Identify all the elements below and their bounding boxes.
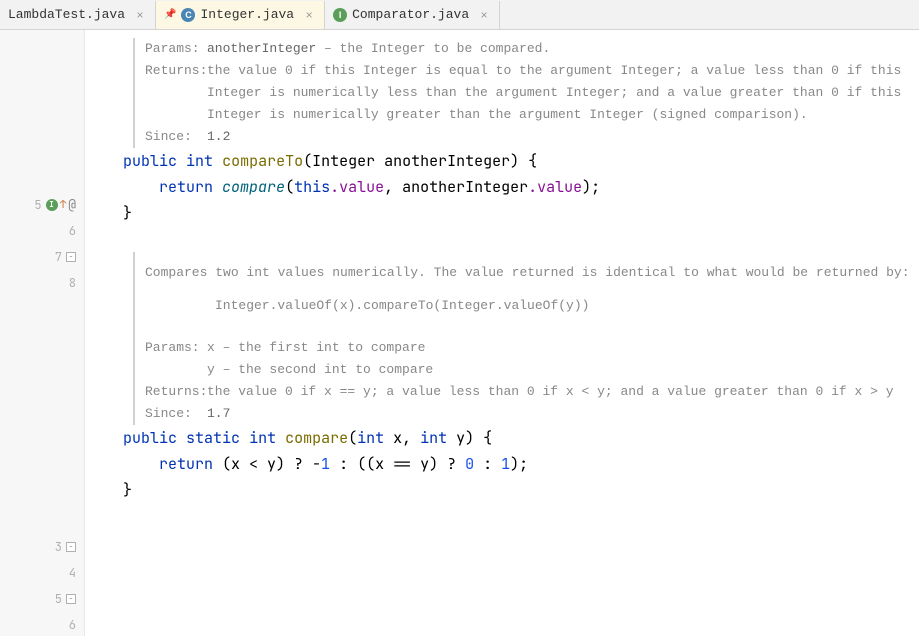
editor-tab-bar: LambdaTest.java × 📌 C Integer.java × I C…	[0, 0, 919, 30]
editor-area: 5 I ↑ @ 6 7 − 8 3 − 4 5 − 6 Params: anot…	[0, 30, 919, 636]
method-close: }	[85, 200, 919, 226]
line-number: 3	[50, 534, 62, 560]
javadoc-params-label: Params:	[145, 38, 207, 60]
override-icon[interactable]: ↑	[60, 192, 67, 218]
javadoc-returns-content: the value 0 if x == y; a value less than…	[207, 381, 919, 403]
method-body-line: return (x < y) ? -1 : ((x == y) ? 0 : 1)…	[85, 451, 919, 477]
line-number: 4	[64, 560, 76, 586]
close-icon[interactable]: ×	[133, 8, 147, 22]
javadoc-param-x: x – the first int to compare	[207, 337, 919, 359]
method-body-line: return compare(this.value, anotherIntege…	[85, 174, 919, 200]
javadoc-returns-label: Returns:	[145, 60, 207, 82]
interface-icon: I	[333, 8, 347, 22]
code-panel[interactable]: Params: anotherInteger – the Integer to …	[85, 30, 919, 636]
fold-icon[interactable]: −	[66, 594, 76, 604]
line-number: 6	[64, 612, 76, 638]
tab-label: Comparator.java	[352, 7, 469, 22]
fold-icon[interactable]: −	[66, 542, 76, 552]
fold-icon[interactable]: −	[66, 252, 76, 262]
method-close: }	[85, 477, 919, 503]
javadoc-since-label: Since:	[145, 126, 207, 148]
javadoc-returns-label: Returns:	[145, 381, 207, 403]
javadoc-example: Integer.valueOf(x).compareTo(Integer.val…	[145, 295, 919, 317]
javadoc-since-value: 1.7	[207, 403, 919, 425]
javadoc-since-value: 1.2	[207, 126, 919, 148]
tab-comparator[interactable]: I Comparator.java ×	[325, 1, 500, 29]
javadoc-params-label: Params:	[145, 337, 207, 359]
javadoc-compareTo: Params: anotherInteger – the Integer to …	[133, 38, 919, 148]
tab-label: LambdaTest.java	[8, 7, 125, 22]
class-icon: C	[181, 8, 195, 22]
line-number: 7	[50, 244, 62, 270]
close-icon[interactable]: ×	[302, 8, 316, 22]
line-number: 8	[64, 270, 76, 296]
annotation-icon: @	[68, 192, 76, 218]
method-signature-compare: public static int compare(int x, int y) …	[85, 425, 919, 451]
tab-label: Integer.java	[200, 7, 294, 22]
line-number: 6	[64, 218, 76, 244]
gutter: 5 I ↑ @ 6 7 − 8 3 − 4 5 − 6	[0, 30, 85, 636]
tab-integer[interactable]: 📌 C Integer.java ×	[156, 1, 325, 29]
javadoc-since-label: Since:	[145, 403, 207, 425]
implements-icon[interactable]: I	[46, 199, 58, 211]
javadoc-summary: Compares two int values numerically. The…	[145, 262, 919, 284]
close-icon[interactable]: ×	[477, 8, 491, 22]
tab-lambdatest[interactable]: LambdaTest.java ×	[0, 1, 156, 29]
javadoc-returns-content: the value 0 if this Integer is equal to …	[207, 60, 919, 126]
javadoc-param-y: y – the second int to compare	[207, 359, 919, 381]
line-number: 5	[30, 192, 42, 218]
blank-line	[85, 226, 919, 252]
javadoc-compare: Compares two int values numerically. The…	[133, 252, 919, 425]
line-number: 5	[50, 586, 62, 612]
pin-icon: 📌	[164, 9, 176, 20]
javadoc-params-content: anotherInteger – the Integer to be compa…	[207, 38, 919, 60]
gutter-row[interactable]: 5 I ↑ @	[0, 192, 84, 218]
method-signature-compareTo: public int compareTo(Integer anotherInte…	[85, 148, 919, 174]
